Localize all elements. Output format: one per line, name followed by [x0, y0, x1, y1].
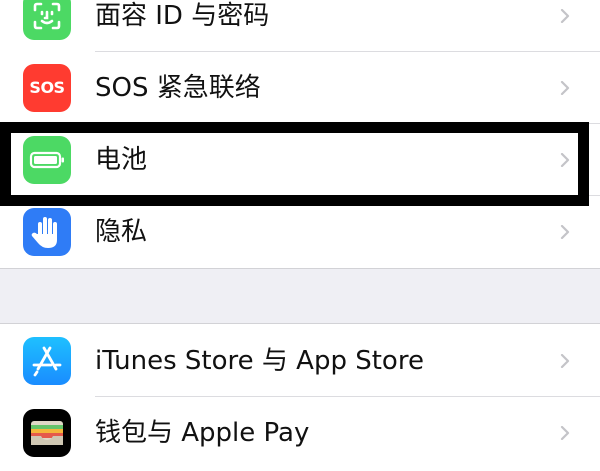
- settings-row-itunes-app-store[interactable]: iTunes Store 与 App Store: [0, 325, 600, 397]
- settings-row-emergency-sos[interactable]: SOS SOS 紧急联络: [0, 52, 600, 124]
- settings-group-security: 面容 ID 与密码 SOS SOS 紧急联络 电池 隐私: [0, 0, 600, 269]
- face-id-icon: [23, 0, 71, 40]
- settings-row-wallet-apple-pay[interactable]: 钱包与 Apple Pay: [0, 397, 600, 469]
- settings-row-label: iTunes Store 与 App Store: [95, 346, 424, 376]
- settings-row-label: 电池: [95, 145, 148, 175]
- settings-group-store: iTunes Store 与 App Store 钱包与 Apple Pay: [0, 323, 600, 471]
- settings-row-battery[interactable]: 电池: [0, 124, 600, 196]
- settings-row-face-id[interactable]: 面容 ID 与密码: [0, 0, 600, 52]
- chevron-right-icon: [560, 81, 570, 95]
- sos-icon: SOS: [23, 64, 71, 112]
- chevron-right-icon: [560, 354, 570, 368]
- wallet-icon: [23, 409, 71, 457]
- settings-row-label: 面容 ID 与密码: [95, 1, 270, 31]
- chevron-right-icon: [560, 426, 570, 440]
- hand-icon: [23, 208, 71, 256]
- sos-icon-text: SOS: [29, 78, 65, 97]
- battery-icon: [23, 136, 71, 184]
- chevron-right-icon: [560, 153, 570, 167]
- settings-row-privacy[interactable]: 隐私: [0, 196, 600, 268]
- app-store-icon: [23, 337, 71, 385]
- settings-row-label: 隐私: [95, 217, 148, 247]
- settings-row-label: 钱包与 Apple Pay: [95, 418, 310, 448]
- settings-row-label: SOS 紧急联络: [95, 73, 261, 103]
- chevron-right-icon: [560, 225, 570, 239]
- chevron-right-icon: [560, 9, 570, 23]
